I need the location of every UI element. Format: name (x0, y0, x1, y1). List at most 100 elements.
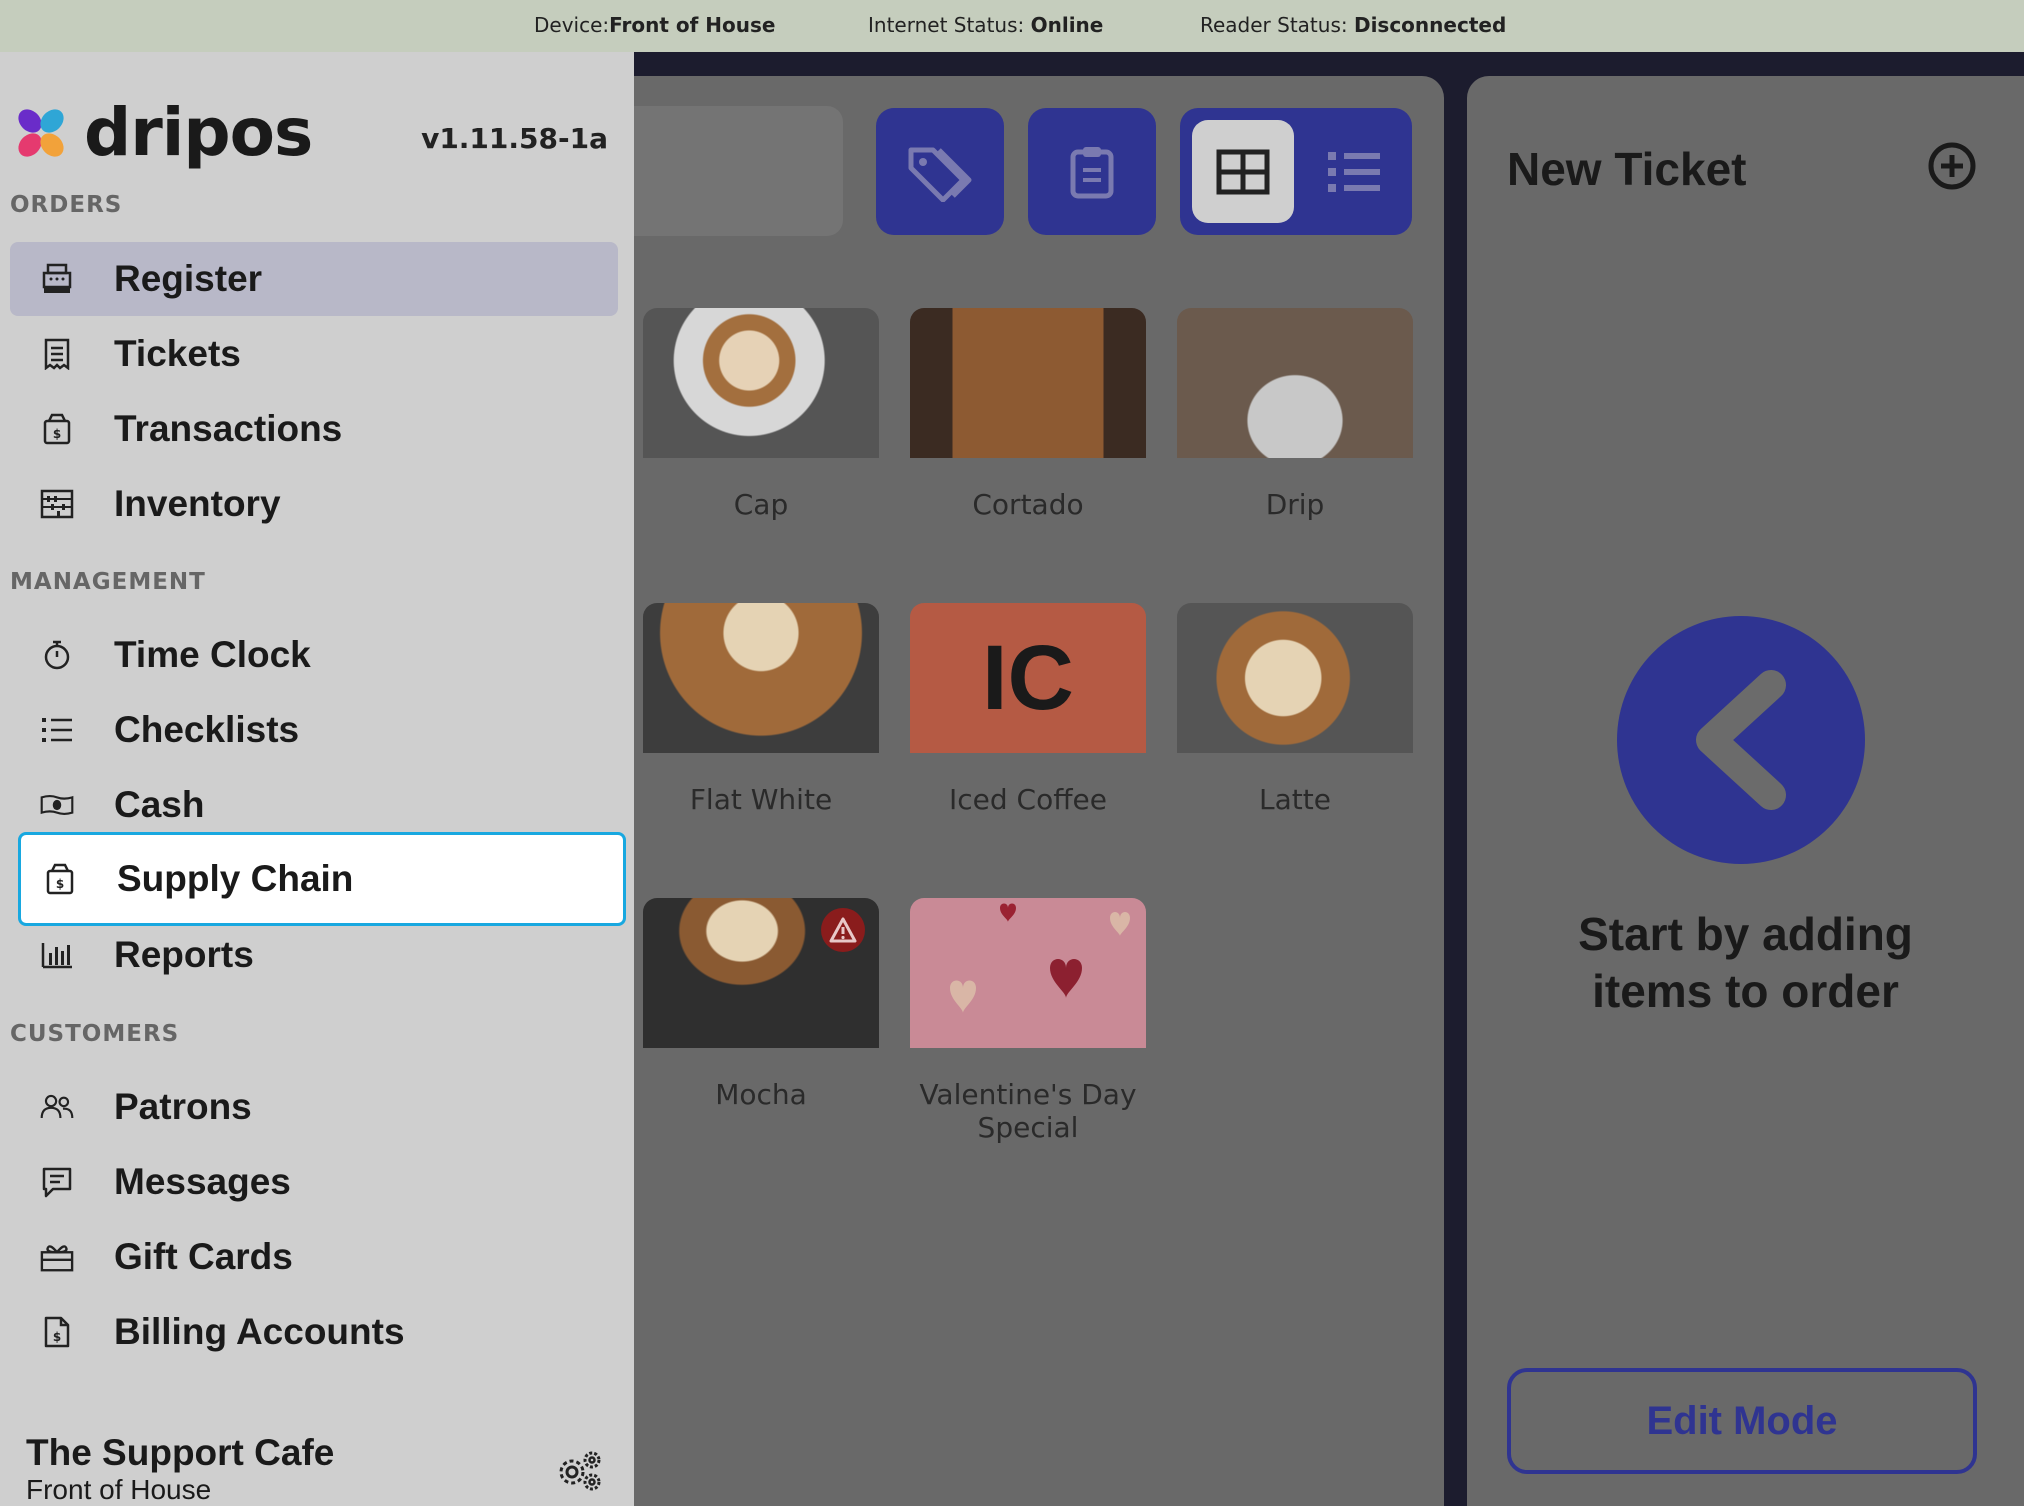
reader-status-label: Reader Status: (1200, 13, 1354, 37)
stopwatch-icon (40, 638, 74, 672)
abacus-icon (40, 487, 74, 521)
internet-status: Internet Status: Online (868, 13, 1103, 37)
reader-status: Reader Status: Disconnected (1200, 13, 1506, 37)
sidebar-item-inventory[interactable]: Inventory (10, 467, 618, 541)
latte-photo (1177, 603, 1413, 753)
store-info: The Support Cafe Front of House (26, 1432, 334, 1506)
product-tile-cap[interactable]: Cap (643, 308, 879, 568)
store-name: The Support Cafe (26, 1432, 335, 1473)
product-panel: Cap Cortado Drip Flat White IC Iced Coff… (600, 76, 1444, 1506)
flat-white-photo (643, 603, 879, 753)
sidebar-item-label: Inventory (114, 483, 281, 524)
gears-icon (559, 1451, 601, 1491)
internet-status-label: Internet Status: (868, 13, 1031, 37)
device-status-value: Front of House (609, 13, 776, 37)
clipboard-button[interactable] (1028, 108, 1156, 235)
store-device: Front of House (26, 1474, 212, 1505)
message-icon (40, 1165, 74, 1199)
app-version: v1.11.58-1a (421, 122, 608, 155)
product-name: Flat White (689, 783, 833, 816)
sidebar-item-time-clock[interactable]: Time Clock (10, 618, 618, 692)
sidebar-item-reports[interactable]: Reports (10, 918, 618, 992)
bar-chart-icon (40, 938, 74, 972)
ticket-title: New Ticket (1507, 143, 1747, 195)
sidebar-item-label: Supply Chain (117, 858, 354, 899)
chevron-left-icon (1696, 670, 1786, 810)
product-name: Cortado (972, 488, 1084, 521)
svg-text:$: $ (53, 427, 61, 441)
product-name: Drip (1265, 488, 1325, 521)
sidebar-item-label: Gift Cards (114, 1236, 293, 1277)
cappuccino-photo (643, 308, 879, 458)
sidebar-item-label: Register (114, 258, 263, 299)
add-ticket-button[interactable] (1927, 141, 1977, 196)
sidebar-item-tickets[interactable]: Tickets (10, 317, 618, 391)
hearts-icon (950, 903, 1130, 1013)
list-view-button[interactable] (1308, 120, 1400, 223)
sidebar-item-gift-cards[interactable]: Gift Cards (10, 1220, 618, 1294)
cortado-photo (910, 308, 1146, 458)
device-status: Device:Front of House (534, 13, 775, 37)
search-input[interactable] (610, 106, 843, 236)
cash-register-icon (40, 262, 74, 296)
discount-button[interactable] (876, 108, 1004, 235)
product-tile-flat-white[interactable]: Flat White (643, 603, 879, 863)
list-icon (1328, 151, 1380, 192)
product-tile-iced-coffee[interactable]: IC Iced Coffee (910, 603, 1146, 863)
product-name: Valentine's Day Special (919, 1078, 1137, 1144)
sidebar-item-label: Checklists (114, 709, 300, 750)
product-tile-latte[interactable]: Latte (1177, 603, 1413, 863)
sidebar-item-supply-chain[interactable]: $ Supply Chain (18, 832, 626, 926)
product-name: Iced Coffee (949, 783, 1107, 816)
banknote-icon (40, 788, 74, 822)
invoice-icon: $ (40, 1315, 74, 1349)
gift-icon (40, 1240, 74, 1274)
product-initials: IC (982, 626, 1074, 729)
sidebar: dripos v1.11.58-1a ORDERS Register Ticke… (0, 52, 634, 1506)
sidebar-item-label: Patrons (114, 1086, 252, 1127)
view-toggle (1180, 108, 1412, 235)
ticket-panel: New Ticket Start by adding items to orde… (1467, 76, 2024, 1506)
sidebar-item-register[interactable]: Register (10, 242, 618, 316)
product-name: Mocha (715, 1078, 807, 1111)
product-tile-valentines-day-special[interactable]: Valentine's Day Special (910, 898, 1146, 1158)
sidebar-item-label: Time Clock (114, 634, 311, 675)
logo-text: dripos (84, 94, 313, 171)
users-icon (40, 1090, 74, 1124)
warning-badge (821, 908, 865, 952)
sidebar-item-label: Cash (114, 784, 205, 825)
sidebar-item-billing-accounts[interactable]: $ Billing Accounts (10, 1295, 618, 1369)
flower-logo-icon (18, 108, 64, 157)
plus-circle-icon (1928, 142, 1976, 190)
section-management: MANAGEMENT (10, 569, 206, 595)
grid-view-button[interactable] (1192, 120, 1294, 223)
sidebar-item-checklists[interactable]: Checklists (10, 693, 618, 767)
sidebar-item-cash[interactable]: Cash (10, 768, 618, 842)
supply-box-icon: $ (43, 862, 77, 896)
back-button[interactable] (1617, 616, 1865, 864)
section-orders: ORDERS (10, 192, 123, 218)
product-tile-mocha[interactable]: Mocha (643, 898, 879, 1158)
settings-button[interactable] (554, 1448, 604, 1499)
sidebar-item-messages[interactable]: Messages (10, 1145, 618, 1219)
sidebar-item-label: Transactions (114, 408, 343, 449)
edit-mode-button[interactable]: Edit Mode (1507, 1368, 1977, 1474)
product-tile-drip[interactable]: Drip (1177, 308, 1413, 568)
grid-icon (1216, 149, 1270, 194)
tag-icon (908, 147, 972, 202)
clipboard-icon (1070, 146, 1114, 198)
valentines-hearts-photo (910, 898, 1146, 1048)
status-bar: Device:Front of House Internet Status: O… (0, 0, 2024, 52)
product-name: Latte (1259, 783, 1331, 816)
iced-coffee-initials: IC (910, 603, 1146, 753)
sidebar-item-patrons[interactable]: Patrons (10, 1070, 618, 1144)
svg-text:$: $ (56, 877, 64, 891)
sidebar-item-transactions[interactable]: $ Transactions (10, 392, 618, 466)
svg-text:$: $ (53, 1330, 61, 1344)
product-name: Cap (733, 488, 789, 521)
internet-status-value: Online (1030, 13, 1104, 37)
receipt-icon (40, 337, 74, 371)
product-tile-cortado[interactable]: Cortado (910, 308, 1146, 568)
empty-ticket-message-text: Start by adding items to order (1578, 908, 1913, 1017)
list-icon (40, 713, 74, 747)
